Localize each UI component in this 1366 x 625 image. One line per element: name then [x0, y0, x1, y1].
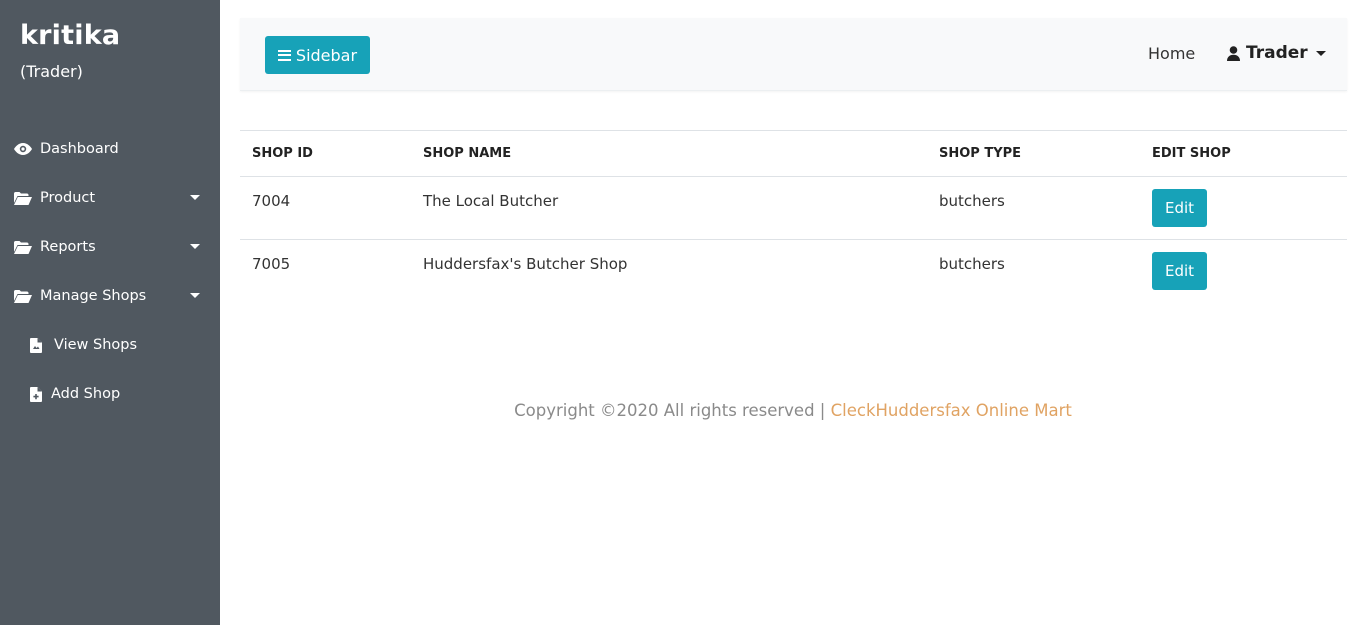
edit-shop-button[interactable]: Edit: [1152, 252, 1207, 290]
sidebar-item-label: Dashboard: [40, 141, 119, 157]
top-navbar: Sidebar Home Trader: [240, 18, 1347, 91]
sidebar-item-manage-shops[interactable]: Manage Shops: [0, 281, 220, 311]
sidebar-item-label: Product: [40, 190, 96, 206]
table-header-row: SHOP ID SHOP NAME SHOP TYPE EDIT SHOP: [240, 131, 1347, 177]
column-header: SHOP ID: [252, 146, 313, 161]
sidebar-item-dashboard[interactable]: Dashboard: [0, 134, 220, 164]
sidebar-subitem-label: View Shops: [54, 337, 138, 353]
file-icon: [27, 337, 45, 353]
shop-name-cell: Huddersfax's Butcher Shop: [423, 255, 628, 273]
folder-open-icon: [14, 190, 32, 206]
shop-type-cell: butchers: [939, 192, 1005, 210]
sidebar-username: kritika: [20, 20, 121, 51]
sidebar-toggle-label: Sidebar: [295, 45, 358, 65]
folder-open-icon: [14, 239, 32, 255]
shop-type-cell: butchers: [939, 255, 1005, 273]
user-icon: [1227, 45, 1240, 61]
caret-down-icon: [190, 293, 200, 298]
sidebar-item-product[interactable]: Product: [0, 183, 220, 213]
caret-down-icon: [190, 195, 200, 200]
file-plus-icon: [27, 386, 45, 402]
user-menu-label: Trader: [1246, 43, 1308, 63]
sidebar-item-label: Manage Shops: [40, 288, 147, 304]
caret-down-icon: [190, 244, 200, 249]
sidebar-item-reports[interactable]: Reports: [0, 232, 220, 262]
brand-link[interactable]: CleckHuddersfax Online Mart: [831, 401, 1072, 420]
column-header: EDIT SHOP: [1152, 146, 1231, 161]
sidebar: kritika (Trader) Dashboard Product Repor…: [0, 0, 220, 625]
user-menu-dropdown[interactable]: Trader: [1227, 43, 1326, 63]
shop-name-cell: The Local Butcher: [423, 192, 559, 210]
shops-table: SHOP ID SHOP NAME SHOP TYPE EDIT SHOP 70…: [240, 130, 1347, 290]
table-row: 7005 Huddersfax's Butcher Shop butchers …: [240, 240, 1347, 303]
footer: Copyright ©2020 All rights reserved | Cl…: [0, 401, 1366, 420]
folder-open-icon: [14, 288, 32, 304]
shop-id-cell: 7004: [252, 192, 291, 210]
sidebar-subitem-view-shops[interactable]: View Shops: [0, 330, 220, 360]
edit-shop-button[interactable]: Edit: [1152, 189, 1207, 227]
sidebar-role: (Trader): [20, 62, 83, 81]
home-link[interactable]: Home: [1148, 44, 1195, 63]
column-header: SHOP NAME: [423, 146, 512, 161]
bars-icon: [277, 49, 291, 61]
shop-id-cell: 7005: [252, 255, 291, 273]
eye-icon: [14, 141, 32, 157]
caret-down-icon: [1315, 50, 1326, 56]
table-row: 7004 The Local Butcher butchers Edit: [240, 177, 1347, 240]
column-header: SHOP TYPE: [939, 146, 1022, 161]
sidebar-item-label: Reports: [40, 239, 96, 255]
copyright-text: Copyright ©2020 All rights reserved |: [514, 401, 831, 420]
sidebar-subitem-label: Add Shop: [51, 386, 121, 402]
sidebar-toggle-button[interactable]: Sidebar: [265, 36, 370, 74]
